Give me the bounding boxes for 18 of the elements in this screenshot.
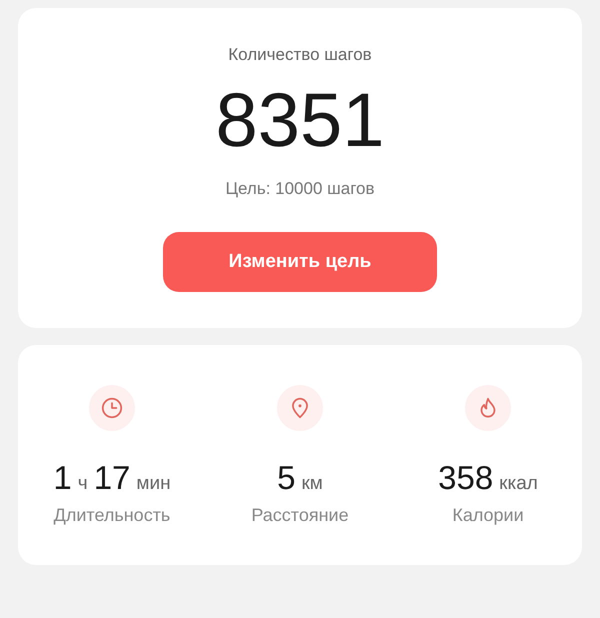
stat-value: 5 [277,459,296,497]
location-pin-icon [277,385,323,431]
flame-icon [465,385,511,431]
stat-label: Калории [452,505,524,526]
goal-text: Цель: 10000 шагов [225,179,375,199]
stat-unit: ч [78,473,88,495]
stat-value: 358 [438,459,494,497]
card-title: Количество шагов [228,45,372,65]
stat-unit: ккал [499,473,538,495]
step-count: 8351 [215,83,385,159]
stat-value: 1 [53,459,72,497]
stat-value: 17 [94,459,130,497]
change-goal-button[interactable]: Изменить цель [163,232,437,292]
stat-unit: мин [136,473,171,495]
stat-label: Расстояние [251,505,349,526]
clock-icon [89,385,135,431]
stat-unit: км [301,473,323,495]
stat-label: Длительность [54,505,170,526]
